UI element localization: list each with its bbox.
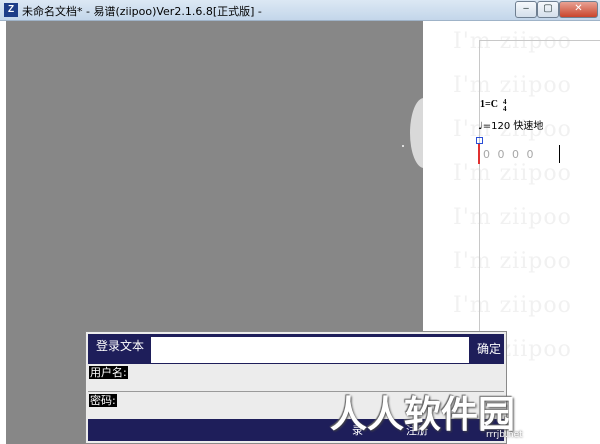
login-title: 登录文本 <box>96 339 145 353</box>
watermark-text: I'm ziipoo <box>453 249 572 274</box>
title-bar: Z 未命名文档* - 易谱(ziipoo)Ver2.1.6.8[正式版] - ‒… <box>0 0 600 21</box>
barline <box>559 145 560 163</box>
watermark-text: I'm ziipoo <box>453 293 572 318</box>
watermark-text: I'm ziipoo <box>453 73 572 98</box>
login-text-field[interactable] <box>150 336 470 364</box>
watermark-text: I'm ziipoo <box>453 205 572 230</box>
input-cursor-icon <box>476 137 483 144</box>
confirm-button[interactable]: 确定 <box>474 336 504 362</box>
window-title: 未命名文档* - 易谱(ziipoo)Ver2.1.6.8[正式版] - <box>22 5 262 18</box>
login-header: 登录文本 确定 <box>88 334 504 364</box>
watermark-text: I'm ziipoo <box>453 161 572 186</box>
tempo-marking[interactable]: ♩=120 快速地 <box>478 117 543 132</box>
watermark-text: I'm ziipoo <box>453 29 572 54</box>
note-measure[interactable]: 0 0 0 0 <box>483 148 535 161</box>
minimize-button[interactable]: ‒ <box>515 1 537 18</box>
close-button[interactable]: ✕ <box>559 1 598 18</box>
key-signature[interactable]: 1=C <box>480 99 498 110</box>
site-url: rrrjb.net <box>486 430 523 440</box>
page-top-border <box>479 40 600 41</box>
password-label: 密码: <box>89 394 117 407</box>
app-logo-icon: Z <box>4 3 18 17</box>
time-sig-bottom: 4 <box>503 105 507 113</box>
time-signature[interactable]: 4 4 <box>503 99 507 113</box>
maximize-button[interactable]: ▢ <box>537 1 559 18</box>
canvas-dot <box>402 145 404 147</box>
measure-cursor <box>478 144 480 164</box>
